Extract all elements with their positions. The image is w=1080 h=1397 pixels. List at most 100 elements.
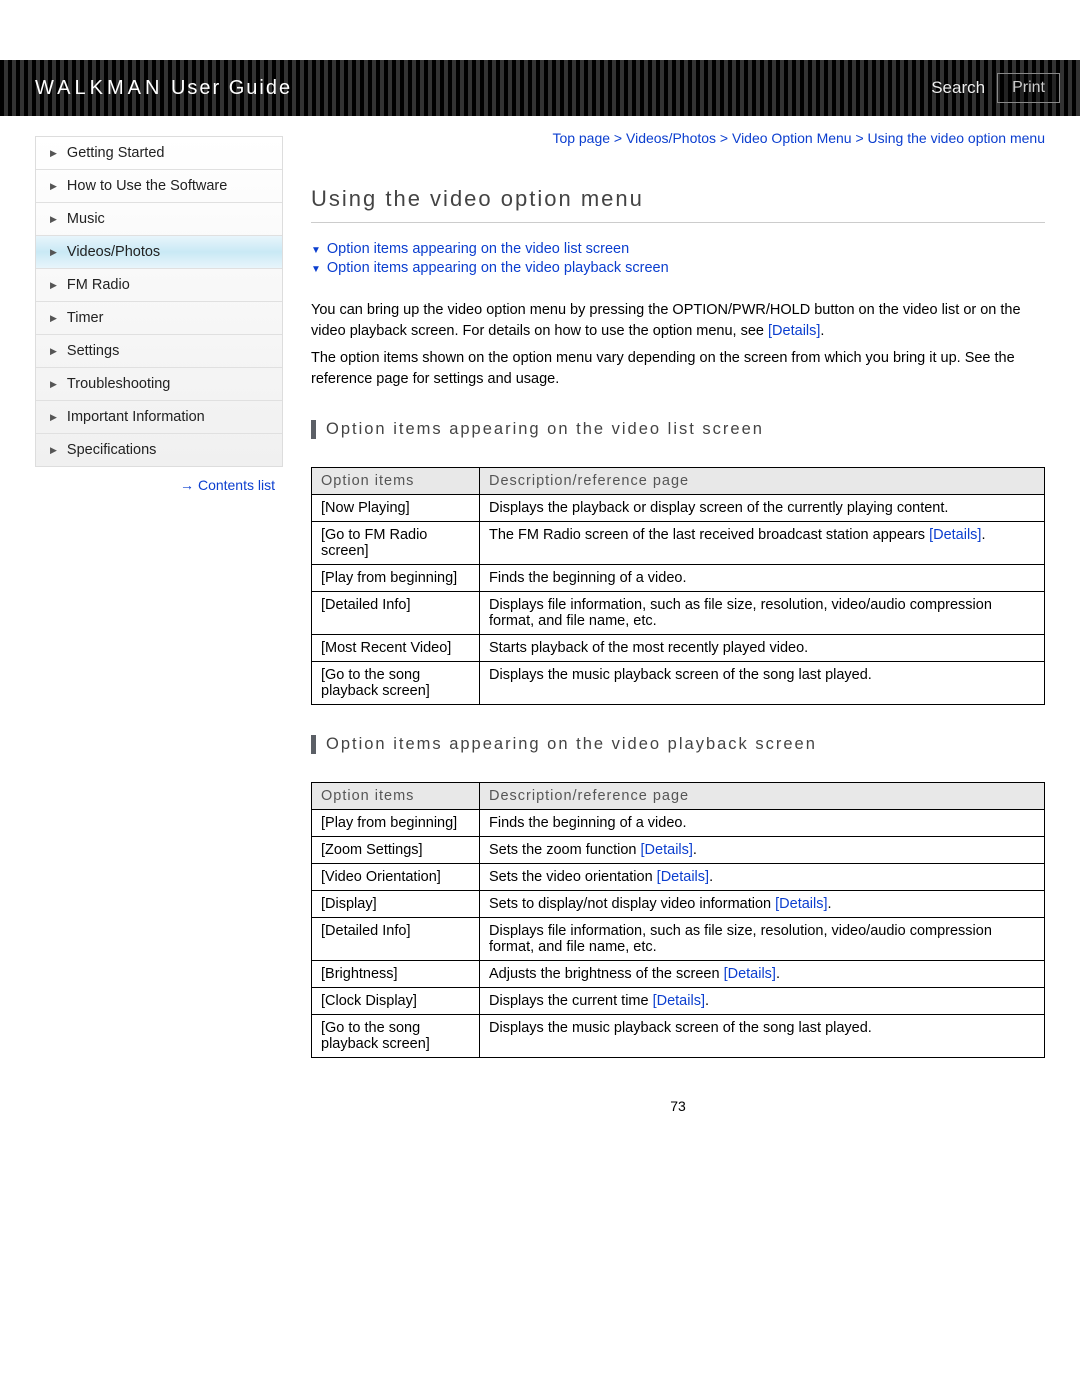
brand-walkman: WALKMAN — [35, 77, 163, 99]
option-desc-cell: Displays the current time [Details]. — [480, 988, 1045, 1015]
details-link[interactable]: [Details] — [641, 842, 693, 858]
option-desc-cell: Adjusts the brightness of the screen [De… — [480, 961, 1045, 988]
nav-list: ▶ Getting Started ▶How to Use the Software… — [35, 136, 283, 467]
option-desc-cell: Displays the music playback screen of th… — [480, 662, 1045, 705]
main-content: Top page > Videos/Photos > Video Option … — [283, 116, 1045, 1174]
triangle-down-icon: ▼ — [311, 264, 321, 275]
sidebar-item-label: Specifications — [67, 442, 156, 458]
table-header: Option items — [312, 468, 480, 495]
table-row: [Play from beginning]Finds the beginning… — [312, 810, 1045, 837]
sidebar-item-videos-photos[interactable]: ▶ Videos/Photos — [36, 236, 282, 269]
sidebar-item-important-information[interactable]: ▶ Important Information — [36, 401, 282, 434]
option-item-cell: [Detailed Info] — [312, 918, 480, 961]
details-link[interactable]: [Details] — [775, 896, 827, 912]
caret-right-icon: ▶ — [50, 346, 57, 357]
options-table-1: Option items Description/reference page … — [311, 467, 1045, 705]
sidebar-item-getting-started[interactable]: ▶ Getting Started — [36, 137, 282, 170]
breadcrumb[interactable]: Top page > Videos/Photos > Video Option … — [311, 130, 1045, 146]
sidebar-item-label: Videos/Photos — [67, 244, 160, 260]
brand-guide: User Guide — [163, 77, 292, 99]
caret-right-icon: ▶ — [50, 148, 57, 159]
sidebar: ▶ Getting Started ▶How to Use the Software… — [35, 116, 283, 1174]
sidebar-item-settings[interactable]: ▶ Settings — [36, 335, 282, 368]
intro-paragraph-2: The option items shown on the option men… — [311, 348, 1045, 390]
details-link[interactable]: [Details] — [929, 527, 981, 543]
option-item-cell: [Play from beginning] — [312, 565, 480, 592]
table-row: [Detailed Info]Displays file information… — [312, 592, 1045, 635]
option-item-cell: [Play from beginning] — [312, 810, 480, 837]
caret-right-icon: ▶ — [50, 445, 57, 456]
intro-paragraph-1: You can bring up the video option menu b… — [311, 300, 1045, 342]
caret-right-icon: ▶ — [50, 313, 57, 324]
option-desc-cell: Displays file information, such as file … — [480, 918, 1045, 961]
table-row: [Go to the song playback screen]Displays… — [312, 1015, 1045, 1058]
brand-title: WALKMAN User Guide — [35, 77, 292, 100]
option-item-cell: [Go to the song playback screen] — [312, 662, 480, 705]
option-desc-cell: Displays the playback or display screen … — [480, 495, 1045, 522]
anchor-link-2[interactable]: ▼ Option items appearing on the video pla… — [311, 260, 1045, 276]
anchor-label-1: Option items appearing on the video list… — [327, 241, 629, 257]
print-button[interactable]: Print — [997, 73, 1060, 103]
anchor-label-2: Option items appearing on the video play… — [327, 260, 669, 276]
sidebar-item-label: Important Information — [67, 409, 205, 425]
option-item-cell: [Zoom Settings] — [312, 837, 480, 864]
page-title: Using the video option menu — [311, 186, 1045, 212]
option-desc-cell: Starts playback of the most recently pla… — [480, 635, 1045, 662]
table-row: [Now Playing]Displays the playback or di… — [312, 495, 1045, 522]
option-item-cell: [Brightness] — [312, 961, 480, 988]
caret-right-icon: ▶ — [50, 214, 57, 225]
option-item-cell: [Display] — [312, 891, 480, 918]
details-link[interactable]: [Details] — [768, 323, 820, 339]
sidebar-item-label: Music — [67, 211, 105, 227]
sidebar-item-how-to-use-the-software[interactable]: ▶How to Use the Software — [36, 170, 282, 203]
sidebar-item-timer[interactable]: ▶ Timer — [36, 302, 282, 335]
sidebar-item-fm-radio[interactable]: ▶ FM Radio — [36, 269, 282, 302]
details-link[interactable]: [Details] — [657, 869, 709, 885]
page-number: 73 — [311, 1058, 1045, 1134]
sidebar-item-label: FM Radio — [67, 277, 130, 293]
caret-right-icon: ▶ — [50, 247, 57, 258]
option-desc-cell: The FM Radio screen of the last received… — [480, 522, 1045, 565]
table-header: Option items — [312, 783, 480, 810]
option-item-cell: [Go to FM Radio screen] — [312, 522, 480, 565]
option-item-cell: [Clock Display] — [312, 988, 480, 1015]
sidebar-item-music[interactable]: ▶ Music — [36, 203, 282, 236]
option-desc-cell: Sets the zoom function [Details]. — [480, 837, 1045, 864]
contents-list-link[interactable]: →Contents list — [35, 467, 283, 493]
option-item-cell: [Most Recent Video] — [312, 635, 480, 662]
option-desc-cell: Sets to display/not display video inform… — [480, 891, 1045, 918]
sidebar-item-label: Settings — [67, 343, 119, 359]
option-item-cell: [Go to the song playback screen] — [312, 1015, 480, 1058]
search-button[interactable]: Search — [931, 78, 985, 98]
sidebar-item-label: Getting Started — [67, 145, 165, 161]
details-link[interactable]: [Details] — [724, 966, 776, 982]
sidebar-item-specifications[interactable]: ▶ Specifications — [36, 434, 282, 466]
caret-right-icon: ▶ — [50, 412, 57, 423]
table-row: [Most Recent Video]Starts playback of th… — [312, 635, 1045, 662]
table-header: Description/reference page — [480, 468, 1045, 495]
table-row: [Clock Display]Displays the current time… — [312, 988, 1045, 1015]
anchor-link-1[interactable]: ▼ Option items appearing on the video lis… — [311, 241, 1045, 257]
table-row: [Play from beginning]Finds the beginning… — [312, 565, 1045, 592]
caret-right-icon: ▶ — [50, 280, 57, 291]
option-desc-cell: Finds the beginning of a video. — [480, 810, 1045, 837]
triangle-down-icon: ▼ — [311, 245, 321, 256]
table-row: [Zoom Settings]Sets the zoom function [D… — [312, 837, 1045, 864]
caret-right-icon: ▶ — [50, 181, 57, 192]
title-divider — [311, 222, 1045, 223]
header-actions: Search Print — [931, 73, 1060, 103]
options-table-2: Option items Description/reference page … — [311, 782, 1045, 1058]
sidebar-item-label: Timer — [67, 310, 104, 326]
contents-list-label: Contents list — [198, 477, 275, 493]
table-header: Description/reference page — [480, 783, 1045, 810]
option-desc-cell: Displays the music playback screen of th… — [480, 1015, 1045, 1058]
section-heading-1: Option items appearing on the video list… — [311, 420, 1045, 439]
table-row: [Video Orientation]Sets the video orient… — [312, 864, 1045, 891]
section-heading-2: Option items appearing on the video play… — [311, 735, 1045, 754]
sidebar-item-troubleshooting[interactable]: ▶Troubleshooting — [36, 368, 282, 401]
header-bar: WALKMAN User Guide Search Print — [0, 60, 1080, 116]
details-link[interactable]: [Details] — [653, 993, 705, 1009]
table-row: [Display]Sets to display/not display vid… — [312, 891, 1045, 918]
option-desc-cell: Displays file information, such as file … — [480, 592, 1045, 635]
option-item-cell: [Now Playing] — [312, 495, 480, 522]
